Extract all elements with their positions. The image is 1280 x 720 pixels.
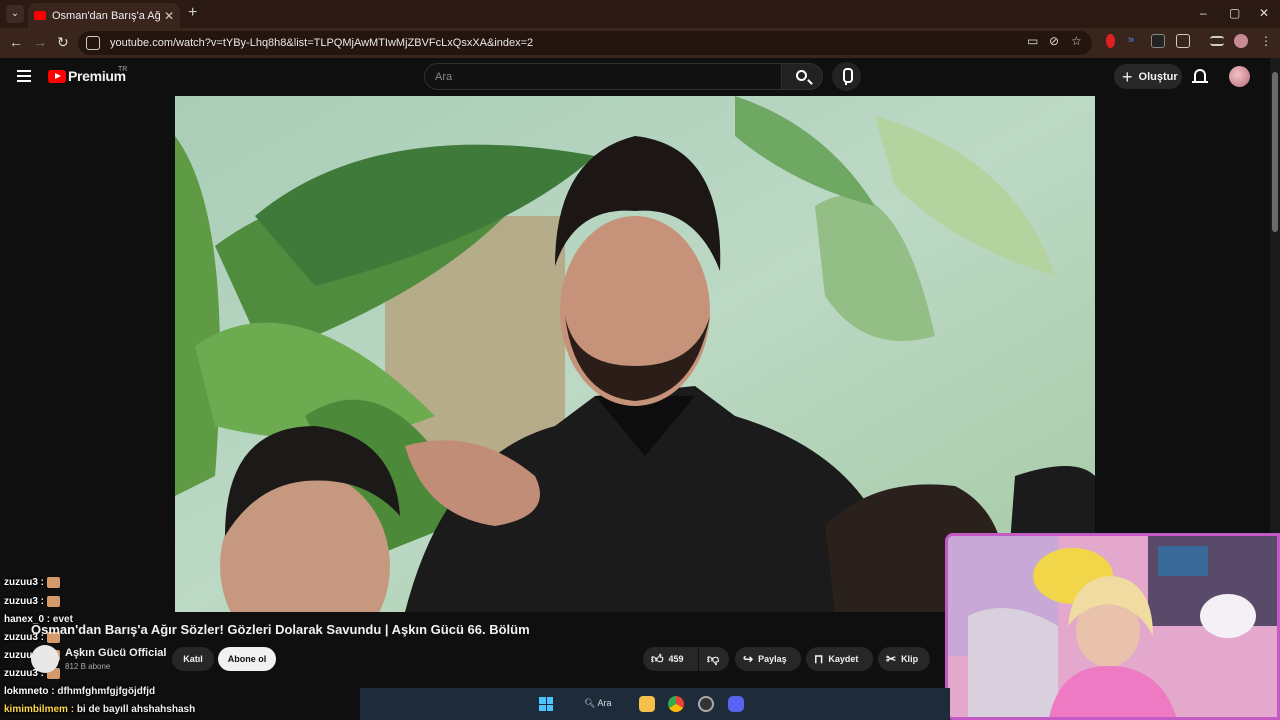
like-count: 459 xyxy=(668,654,684,664)
channel-avatar[interactable] xyxy=(31,645,59,673)
restore-button[interactable]: ▢ xyxy=(1229,6,1240,20)
create-label: Oluştur xyxy=(1138,70,1178,83)
close-window-button[interactable]: ✕ xyxy=(1259,6,1269,20)
youtube-header: Premium TR Ara + Oluştur xyxy=(0,58,1270,96)
webcam-frame xyxy=(948,536,1277,717)
bookmark-star-icon[interactable]: ☆ xyxy=(1071,34,1082,48)
steam-icon[interactable] xyxy=(698,696,714,712)
windows-start-icon[interactable] xyxy=(539,697,553,711)
subscribe-button[interactable]: Abone ol xyxy=(218,647,276,671)
youtube-favicon-icon xyxy=(34,11,46,20)
save-button[interactable]: ⊓ Kaydet xyxy=(806,647,873,671)
new-tab-button[interactable]: + xyxy=(188,4,197,22)
thumbs-up-icon: 👍︎ xyxy=(651,651,664,666)
youtube-logo-icon[interactable] xyxy=(48,70,66,83)
chat-emote-icon xyxy=(47,596,60,607)
chrome-menu-icon[interactable]: ⋮ xyxy=(1260,34,1272,48)
save-label: Kaydet xyxy=(828,654,859,664)
plus-icon: + xyxy=(1122,66,1133,87)
chrome-icon[interactable] xyxy=(668,696,684,712)
forward-arrow-icon[interactable]: → xyxy=(33,34,47,50)
search-icon xyxy=(796,70,807,81)
browser-tab-active[interactable]: Osman'dan Barış'a Ağır Sözler! Gözleri D… xyxy=(28,3,180,28)
account-avatar[interactable] xyxy=(1229,66,1250,87)
chat-emote-icon xyxy=(47,577,60,588)
browser-toolbar: ← → ↻ youtube.com/watch?v=tYBy-Lhq8h8&li… xyxy=(0,28,1280,58)
windows-taskbar xyxy=(360,688,950,720)
chat-message: zuzuu3 : xyxy=(4,596,60,607)
chat-message: kimimbilmem : bi de bayıll ahshahshash xyxy=(4,704,196,715)
thumbs-down-icon: 👎︎ xyxy=(707,651,720,666)
tab-title: Osman'dan Barış'a Ağır Sözler! Gözleri D… xyxy=(52,9,160,22)
site-info-icon[interactable] xyxy=(86,36,100,50)
voice-search-mic-icon[interactable] xyxy=(832,62,861,91)
subscriber-count: 812 B abone xyxy=(65,662,111,671)
channel-name[interactable]: Aşkın Gücü Official xyxy=(65,647,166,659)
file-explorer-icon[interactable] xyxy=(639,696,655,712)
clip-button[interactable]: ✂ Klip xyxy=(878,647,930,671)
menu-icon[interactable] xyxy=(17,70,31,82)
share-label: Paylaş xyxy=(758,654,787,664)
clip-label: Klip xyxy=(901,654,919,664)
chat-message: lokmneto : dfhmfghmfgjfgöjdfjd xyxy=(4,686,156,697)
discord-icon[interactable] xyxy=(728,696,744,712)
extension-audio-icon[interactable]: » xyxy=(1128,34,1142,48)
country-code: TR xyxy=(118,66,128,73)
search-placeholder: Ara xyxy=(435,70,453,83)
share-arrow-icon: ↪ xyxy=(743,652,754,666)
back-arrow-icon[interactable]: ← xyxy=(9,34,23,50)
eye-slash-icon[interactable]: ⊘ xyxy=(1049,34,1059,48)
profile-avatar-icon[interactable] xyxy=(1234,34,1248,48)
notifications-bell-icon[interactable] xyxy=(1192,69,1208,83)
create-button[interactable]: + Oluştur xyxy=(1114,64,1182,89)
install-app-icon[interactable]: ▭ xyxy=(1027,34,1038,48)
share-button[interactable]: ↪ Paylaş xyxy=(735,647,801,671)
tab-search-button[interactable]: ⌄ xyxy=(6,5,24,23)
minimize-button[interactable]: – xyxy=(1200,6,1207,20)
scissors-icon: ✂ xyxy=(886,652,897,666)
search-button[interactable] xyxy=(781,63,823,90)
address-bar[interactable]: youtube.com/watch?v=tYBy-Lhq8h8&list=TLP… xyxy=(78,31,1092,55)
join-button[interactable]: Katıl xyxy=(172,647,214,671)
extension-record-icon[interactable] xyxy=(1106,34,1115,48)
extension-privacy-icon[interactable] xyxy=(1151,34,1165,48)
tab-close-icon[interactable]: ✕ xyxy=(164,9,174,23)
page-scrollbar-thumb[interactable] xyxy=(1272,72,1278,232)
chat-message: zuzuu3 : xyxy=(4,577,60,588)
like-button[interactable]: 👍︎ 459 xyxy=(643,647,698,671)
reload-icon[interactable]: ↻ xyxy=(57,34,69,51)
browser-tab-strip: ⌄ Osman'dan Barış'a Ağır Sözler! Gözleri… xyxy=(0,0,1280,28)
taskbar-search[interactable]: 🔍︎ Ara xyxy=(584,698,611,709)
video-title: Osman'dan Barış'a Ağır Sözler! Gözleri D… xyxy=(31,622,530,637)
streamer-webcam-overlay xyxy=(945,533,1280,720)
bookmark-icon: ⊓ xyxy=(814,652,824,666)
reading-list-icon[interactable] xyxy=(1210,36,1224,46)
dislike-button[interactable]: 👎︎ xyxy=(699,647,729,671)
search-input[interactable]: Ara xyxy=(424,63,782,90)
extensions-puzzle-icon[interactable] xyxy=(1176,34,1190,48)
url-text: youtube.com/watch?v=tYBy-Lhq8h8&list=TLP… xyxy=(110,37,534,49)
